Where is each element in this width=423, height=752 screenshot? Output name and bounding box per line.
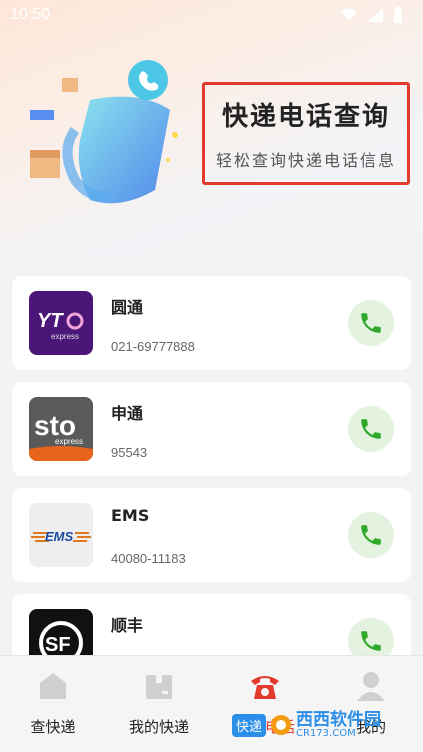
- phone-icon: [361, 313, 381, 333]
- courier-card-yto[interactable]: YT express 圆通 021-69777888: [12, 276, 411, 370]
- svg-text:express: express: [55, 437, 83, 446]
- banner-title-box: 快递电话查询 轻松查询快递电话信息: [202, 82, 410, 185]
- person-icon: [357, 672, 385, 701]
- phone-icon: [361, 419, 381, 439]
- tab-label: 我的快递: [128, 718, 189, 736]
- courier-card-ems[interactable]: EMS EMS 40080-11183: [12, 488, 411, 582]
- wifi-icon: [341, 8, 357, 21]
- signal-icon: [367, 8, 383, 22]
- courier-name: EMS: [111, 506, 150, 525]
- tab-query[interactable]: 查快递: [0, 668, 106, 737]
- banner-title: 快递电话查询: [221, 102, 390, 132]
- telephone-icon: [251, 676, 279, 699]
- courier-phone: 40080-11183: [111, 551, 186, 566]
- courier-phone: 021-69777888: [111, 339, 195, 354]
- status-time: 10:50: [10, 6, 51, 23]
- svg-text:express: express: [51, 332, 79, 341]
- status-bar: 10:50: [0, 0, 423, 30]
- phone-icon: [361, 631, 381, 651]
- courier-name: 圆通: [111, 298, 144, 317]
- ems-logo: EMS: [29, 503, 93, 567]
- call-button[interactable]: [348, 406, 394, 452]
- courier-name: 顺丰: [111, 616, 144, 635]
- courier-name: 申通: [111, 404, 144, 423]
- courier-card-sto[interactable]: sto express 申通 95543: [12, 382, 411, 476]
- sto-logo: sto express: [29, 397, 93, 461]
- svg-text:EMS: EMS: [45, 529, 74, 544]
- tab-label: 查快递: [30, 718, 76, 736]
- package-icon: [146, 675, 172, 699]
- call-button[interactable]: [348, 512, 394, 558]
- svg-text:YT: YT: [37, 310, 64, 332]
- banner-subtitle: 轻松查询快递电话信息: [215, 151, 396, 170]
- phone-icon: [361, 525, 381, 545]
- watermark-text: 西西软件园: [296, 709, 382, 730]
- site-watermark: 快递 西西软件园 CR173.COM: [232, 705, 418, 745]
- battery-icon: [394, 7, 402, 23]
- call-button[interactable]: [348, 300, 394, 346]
- yto-logo: YT express: [29, 291, 93, 355]
- svg-text:SF: SF: [45, 634, 71, 656]
- box-icon: [40, 673, 66, 699]
- watermark-logo-icon: [271, 715, 292, 735]
- courier-phone: 95543: [111, 445, 148, 460]
- hero-illustration: [30, 60, 178, 204]
- tab-my-packages[interactable]: 我的快递: [106, 668, 212, 737]
- watermark-tag: 快递: [232, 713, 267, 737]
